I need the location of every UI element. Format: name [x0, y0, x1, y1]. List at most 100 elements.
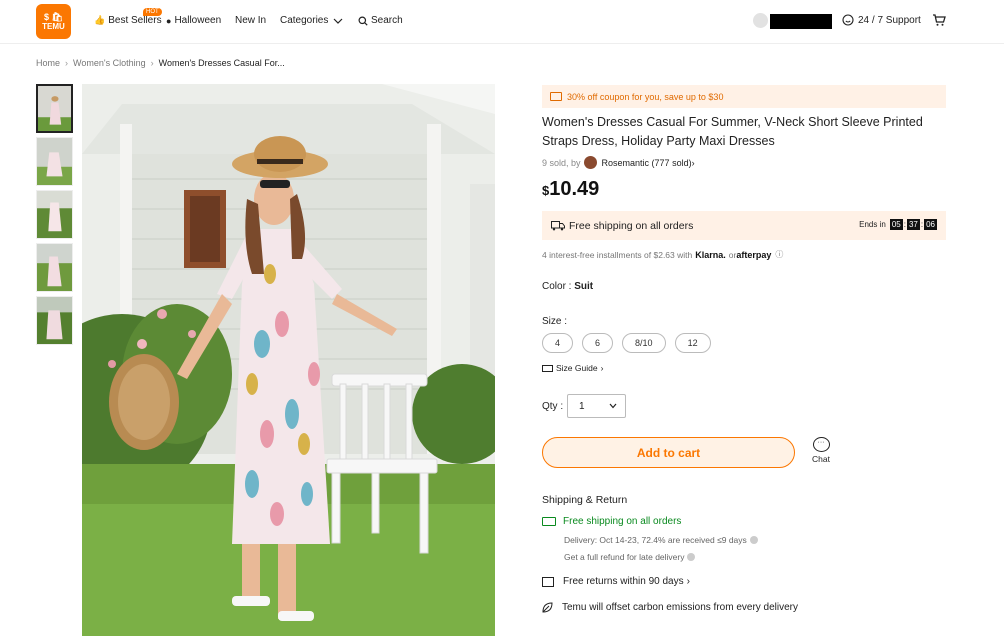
thumbnail-list: [36, 84, 73, 349]
carbon-offset: Temu will offset carbon emissions from e…: [542, 602, 798, 613]
chevron-right-icon: ›: [686, 576, 690, 587]
coupon-banner[interactable]: 30% off coupon for you, save up to $30: [542, 85, 946, 108]
breadcrumb-home[interactable]: Home: [36, 58, 60, 68]
quantity-select[interactable]: 1: [567, 394, 626, 418]
breadcrumb-separator: ›: [65, 58, 69, 68]
return-box-icon: [542, 576, 554, 587]
thumbs-up-icon: 👍: [94, 15, 106, 25]
info-icon[interactable]: ⓘ: [775, 249, 783, 260]
support-link[interactable]: 24 / 7 Support: [842, 14, 921, 26]
sold-count: 9 sold, by: [542, 157, 581, 168]
color-row: Color : Suit: [542, 281, 593, 292]
countdown-timer: Ends in 05: 37: 06: [859, 219, 937, 230]
truck-icon: [551, 220, 565, 230]
store-avatar[interactable]: [583, 156, 597, 169]
nav-best-sellers[interactable]: 👍 Best Sellers: [94, 15, 162, 26]
klarna-logo: Klarna.: [695, 249, 726, 260]
nav-search[interactable]: Search: [358, 15, 403, 26]
installments-text: 4 interest-free installments of $2.63 wi…: [542, 249, 693, 260]
truck-icon: [542, 517, 556, 526]
ruler-icon: [542, 364, 553, 372]
hot-badge: HOT: [143, 8, 162, 16]
top-navigation-bar: $ 🛍 TEMU 👍 Best Sellers HOT ● Halloween …: [0, 0, 1004, 44]
nav-halloween-label: Halloween: [174, 15, 222, 26]
returns-text: Free returns within 90 days: [563, 576, 684, 587]
size-guide-label: Size Guide: [556, 363, 598, 373]
product-title: Women's Dresses Casual For Summer, V-Nec…: [542, 115, 923, 148]
shipping-return-heading: Shipping & Return: [542, 494, 628, 506]
store-link[interactable]: Rosemantic (777 sold): [602, 158, 692, 168]
color-value: Suit: [574, 281, 594, 292]
countdown-minutes: 37: [906, 219, 920, 230]
free-shipping-banner: Free shipping on all orders Ends in 05: …: [542, 211, 946, 240]
free-shipping-line: Free shipping on all orders: [542, 516, 681, 527]
quantity-value: 1: [579, 400, 585, 412]
countdown-hours: 05: [889, 219, 903, 230]
logo-text: TEMU: [42, 22, 65, 31]
free-shipping-text: Free shipping on all orders: [569, 219, 694, 232]
breadcrumb-separator: ›: [150, 58, 154, 68]
nav-best-sellers-label: Best Sellers: [108, 15, 162, 26]
nav-halloween[interactable]: ● Halloween: [166, 15, 221, 26]
chevron-right-icon: ›: [691, 157, 695, 168]
refund-text: Get a full refund for late delivery: [564, 552, 685, 562]
chevron-down-icon: [609, 403, 617, 409]
size-option-8-10[interactable]: 8/10: [622, 333, 666, 353]
chat-icon: ···: [812, 437, 830, 452]
chevron-right-icon: ›: [600, 363, 604, 373]
delivery-estimate: Delivery: Oct 14-23, 72.4% are received …: [564, 535, 758, 545]
size-guide-link[interactable]: Size Guide ›: [542, 363, 603, 373]
help-icon[interactable]: [687, 553, 696, 561]
chat-button[interactable]: ··· Chat: [808, 437, 834, 464]
redacted-username[interactable]: [770, 14, 832, 29]
logo-symbols: $ 🛍: [44, 12, 63, 22]
search-icon: [358, 16, 368, 26]
breadcrumb-womens-clothing[interactable]: Women's Clothing: [73, 58, 146, 68]
help-icon[interactable]: [749, 536, 758, 544]
chevron-down-icon: [333, 18, 343, 24]
thumbnail[interactable]: [36, 190, 73, 239]
nav-categories-label: Categories: [280, 15, 329, 26]
nav-new-in-label: New In: [235, 15, 267, 26]
breadcrumb-current: Women's Dresses Casual For...: [158, 58, 285, 68]
size-option-4[interactable]: 4: [542, 333, 574, 353]
size-option-12[interactable]: 12: [674, 333, 711, 353]
thumbnail[interactable]: [36, 84, 73, 133]
qty-label: Qty :: [542, 401, 564, 412]
thumbnail[interactable]: [36, 296, 73, 345]
nav-new-in[interactable]: New In: [235, 15, 266, 26]
leaf-icon: [542, 602, 553, 613]
color-label: Color :: [542, 281, 572, 292]
support-chat-icon: [842, 14, 854, 26]
nav-categories[interactable]: Categories: [280, 15, 343, 26]
free-shipping-line-text: Free shipping on all orders: [563, 516, 682, 527]
chat-label: Chat: [812, 454, 830, 464]
carbon-text: Temu will offset carbon emissions from e…: [562, 602, 799, 613]
countdown-seconds: 06: [924, 219, 937, 230]
temu-logo[interactable]: $ 🛍 TEMU: [36, 4, 71, 39]
add-to-cart-button[interactable]: Add to cart: [542, 437, 795, 468]
late-refund: Get a full refund for late delivery: [564, 552, 696, 562]
ends-in-label: Ends in: [859, 220, 886, 229]
free-returns-link[interactable]: Free returns within 90 days ›: [542, 576, 690, 587]
support-label: 24 / 7 Support: [858, 14, 921, 26]
thumbnail[interactable]: [36, 243, 73, 292]
pumpkin-icon: ●: [166, 15, 172, 26]
main-product-image[interactable]: [82, 84, 495, 636]
sold-by: 9 sold, by Rosemantic (777 sold) ›: [542, 156, 695, 169]
price-value: 10.49: [549, 178, 600, 200]
delivery-text: Delivery: Oct 14-23, 72.4% are received …: [564, 535, 747, 545]
nav-search-label: Search: [371, 15, 403, 26]
installments-info: 4 interest-free installments of $2.63 wi…: [542, 249, 783, 260]
size-option-6[interactable]: 6: [582, 333, 614, 353]
breadcrumb: Home › Women's Clothing › Women's Dresse…: [36, 58, 285, 68]
coupon-icon: [550, 92, 562, 101]
size-label: Size :: [542, 316, 568, 327]
cart-icon[interactable]: [932, 13, 946, 27]
afterpay-logo: afterpay: [736, 249, 772, 260]
or-text: or: [728, 249, 737, 260]
avatar[interactable]: [753, 13, 768, 28]
coupon-text: 30% off coupon for you, save up to $30: [567, 91, 724, 102]
thumbnail[interactable]: [36, 137, 73, 186]
size-options: 4 6 8/10 12: [542, 333, 720, 353]
